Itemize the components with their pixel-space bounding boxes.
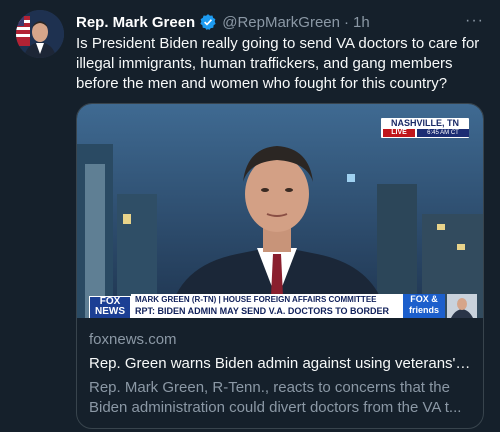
chyron-name-strap: MARK GREEN (R-TN) | HOUSE FOREIGN AFFAIR… — [131, 294, 403, 305]
picture-in-picture-thumbnail — [447, 294, 477, 318]
fox-and-friends-logo: FOX & friends — [403, 294, 445, 318]
link-card[interactable]: NASHVILLE, TN LIVE 6:45 AM CT FOX NEWS M… — [76, 103, 484, 429]
broadcast-time: 6:45 AM CT — [417, 129, 469, 137]
avatar-photo — [16, 10, 64, 58]
card-description: Rep. Mark Green, R-Tenn., reacts to conc… — [89, 379, 462, 416]
card-media-image: NASHVILLE, TN LIVE 6:45 AM CT FOX NEWS M… — [77, 104, 483, 318]
card-text-area: foxnews.com Rep. Green warns Biden admin… — [89, 330, 471, 418]
author-name[interactable]: Rep. Mark Green — [76, 14, 195, 31]
fox-news-logo: FOX NEWS — [89, 296, 131, 318]
author-avatar[interactable] — [16, 10, 64, 58]
more-options-icon[interactable]: ··· — [465, 12, 484, 30]
card-domain: foxnews.com — [89, 331, 177, 348]
tweet-timestamp[interactable]: 1h — [353, 14, 370, 31]
tweet-header: Rep. Mark Green @RepMarkGreen · 1h ··· — [76, 12, 484, 32]
author-handle[interactable]: @RepMarkGreen — [222, 14, 340, 31]
live-indicator: LIVE — [383, 129, 415, 137]
card-title[interactable]: Rep. Green warns Biden admin against usi… — [89, 354, 471, 374]
location-badge: NASHVILLE, TN LIVE 6:45 AM CT — [381, 118, 469, 138]
broadcast-location: NASHVILLE, TN — [390, 118, 459, 128]
separator-dot: · — [344, 13, 349, 31]
tweet-text: Is President Biden really going to send … — [76, 35, 480, 92]
chyron-headline: RPT: BIDEN ADMIN MAY SEND V.A. DOCTORS T… — [131, 305, 403, 318]
verified-badge-icon — [199, 13, 217, 31]
